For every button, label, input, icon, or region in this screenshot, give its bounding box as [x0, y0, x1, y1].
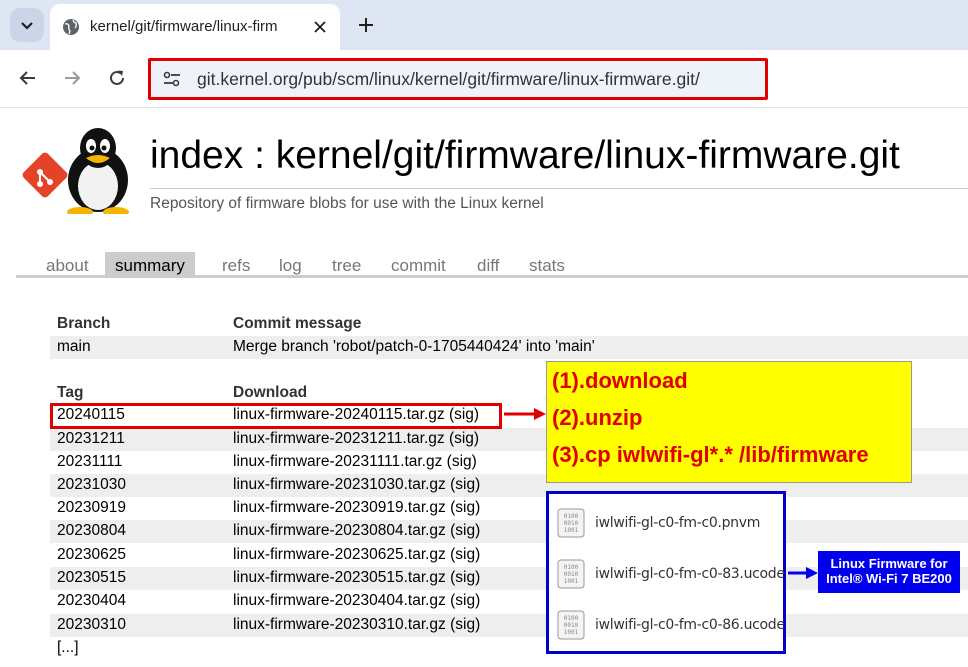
latest-tag-highlight [50, 403, 502, 429]
file-name: iwlwifi-gl-c0-fm-c0-83.ucode [595, 566, 785, 582]
tag-link[interactable]: 20230625 [57, 546, 126, 564]
tab-diff[interactable]: diff [467, 252, 509, 275]
table-row: 20230804 linux-firmware-20230804.tar.gz … [50, 520, 968, 543]
file-name: iwlwifi-gl-c0-fm-c0.pnvm [595, 515, 761, 531]
tag-link[interactable]: 20230804 [57, 522, 126, 540]
back-arrow-icon [19, 71, 35, 85]
firmware-label-line1: Linux Firmware for [830, 556, 948, 571]
file-icon-bits: 0010 [564, 622, 579, 629]
tab-log[interactable]: log [269, 252, 312, 275]
instruction-note: (1).download (2).unzip (3).cp iwlwifi-gl… [546, 361, 912, 483]
address-bar[interactable]: git.kernel.org/pub/scm/linux/kernel/git/… [148, 58, 768, 100]
branch-link[interactable]: main [57, 338, 91, 356]
reload-icon [110, 70, 124, 85]
binary-file-icon: 0100 0010 1001 [557, 508, 585, 538]
tab-stats[interactable]: stats [519, 252, 575, 275]
tag-link[interactable]: 20230919 [57, 499, 126, 517]
firmware-label-line2: Intel® Wi-Fi 7 BE200 [826, 571, 952, 586]
red-arrow-icon [504, 408, 546, 420]
tab-search-button[interactable] [10, 8, 44, 42]
firmware-label: Linux Firmware for Intel® Wi-Fi 7 BE200 [818, 551, 960, 593]
header-divider [150, 188, 968, 189]
branch-column-header: Branch [57, 315, 111, 332]
table-row: 20230919 linux-firmware-20230919.tar.gz … [50, 497, 968, 520]
chevron-down-icon [21, 22, 33, 30]
download-link[interactable]: linux-firmware-20231111.tar.gz (sig) [233, 453, 477, 471]
tab-tree[interactable]: tree [322, 252, 371, 275]
tab-title: kernel/git/firmware/linux-firm [90, 18, 278, 35]
browser-toolbar: git.kernel.org/pub/scm/linux/kernel/git/… [0, 50, 968, 108]
blue-arrow-icon [788, 567, 818, 579]
plus-icon [359, 18, 373, 32]
file-item[interactable]: 0100 0010 1001 iwlwifi-gl-c0-fm-c0-83.uc… [557, 557, 785, 591]
back-button[interactable] [14, 64, 42, 92]
tag-link[interactable]: 20230515 [57, 569, 126, 587]
tag-link[interactable]: 20230404 [57, 592, 126, 610]
file-icon-bits: 1001 [564, 578, 579, 585]
firmware-files-box: 0100 0010 1001 iwlwifi-gl-c0-fm-c0.pnvm … [546, 491, 786, 654]
tab-summary[interactable]: summary [105, 252, 195, 275]
tag-link[interactable]: 20231211 [57, 430, 125, 448]
tab-commit[interactable]: commit [381, 252, 456, 275]
step-unzip: (2).unzip [552, 405, 643, 430]
download-link[interactable]: linux-firmware-20231030.tar.gz (sig) [233, 476, 480, 494]
download-link[interactable]: linux-firmware-20230404.tar.gz (sig) [233, 592, 480, 610]
file-icon-bits: 1001 [564, 629, 579, 636]
file-item[interactable]: 0100 0010 1001 iwlwifi-gl-c0-fm-c0.pnvm [557, 506, 783, 540]
url-text[interactable]: git.kernel.org/pub/scm/linux/kernel/git/… [197, 69, 700, 90]
file-icon-bits: 0010 [564, 520, 579, 527]
repo-tabs: about summary refs log tree commit diff … [16, 252, 968, 278]
download-link[interactable]: linux-firmware-20230515.tar.gz (sig) [233, 569, 480, 587]
tag-link[interactable]: 20231111 [57, 453, 123, 471]
binary-file-icon: 0100 0010 1001 [557, 610, 585, 640]
download-link[interactable]: linux-firmware-20230919.tar.gz (sig) [233, 499, 480, 517]
download-column-header: Download [233, 384, 308, 401]
file-item[interactable]: 0100 0010 1001 iwlwifi-gl-c0-fm-c0-86.uc… [557, 608, 785, 642]
table-row: 20230404 linux-firmware-20230404.tar.gz … [50, 590, 968, 613]
repo-description: Repository of firmware blobs for use wit… [150, 195, 544, 212]
new-tab-button[interactable] [352, 11, 380, 39]
binary-file-icon: 0100 0010 1001 [557, 559, 585, 589]
download-link[interactable]: linux-firmware-20230625.tar.gz (sig) [233, 546, 480, 564]
close-icon [314, 21, 326, 33]
step-copy: (3).cp iwlwifi-gl*.* /lib/firmware [552, 442, 869, 467]
tag-link[interactable]: 20230310 [57, 616, 126, 634]
forward-button[interactable] [58, 64, 86, 92]
tab-close-button[interactable] [308, 15, 332, 39]
tab-refs[interactable]: refs [212, 252, 260, 275]
tag-column-header: Tag [57, 384, 84, 401]
file-name: iwlwifi-gl-c0-fm-c0-86.ucode [595, 617, 785, 633]
table-row: main Merge branch 'robot/patch-0-1705440… [50, 336, 968, 359]
forward-arrow-icon [65, 71, 81, 85]
file-icon-bits: 0100 [564, 513, 579, 520]
download-link[interactable]: linux-firmware-20231211.tar.gz (sig) [233, 430, 479, 448]
step-download: (1).download [552, 368, 688, 393]
download-link[interactable]: linux-firmware-20230804.tar.gz (sig) [233, 522, 480, 540]
commit-message-link[interactable]: Merge branch 'robot/patch-0-1705440424' … [233, 338, 595, 356]
tag-link[interactable]: 20231030 [57, 476, 126, 494]
cgit-tux-logo[interactable] [18, 124, 138, 214]
file-icon-bits: 0100 [564, 564, 579, 571]
globe-icon [63, 19, 79, 35]
commit-message-column-header: Commit message [233, 315, 362, 332]
site-info-button[interactable] [159, 66, 185, 92]
tab-about[interactable]: about [36, 252, 99, 275]
file-icon-bits: 0010 [564, 571, 579, 578]
browser-tabstrip: kernel/git/firmware/linux-firm [0, 0, 968, 50]
more-tags-link[interactable]: [...] [57, 639, 79, 657]
file-icon-bits: 1001 [564, 527, 579, 534]
page-title: index : kernel/git/firmware/linux-firmwa… [150, 134, 900, 177]
download-link[interactable]: linux-firmware-20230310.tar.gz (sig) [233, 616, 480, 634]
browser-tab[interactable]: kernel/git/firmware/linux-firm [50, 4, 340, 50]
reload-button[interactable] [103, 64, 131, 92]
more-tags-row: [...] [50, 637, 250, 660]
table-row: 20230310 linux-firmware-20230310.tar.gz … [50, 614, 968, 637]
file-icon-bits: 0100 [564, 615, 579, 622]
site-settings-icon [163, 71, 180, 87]
